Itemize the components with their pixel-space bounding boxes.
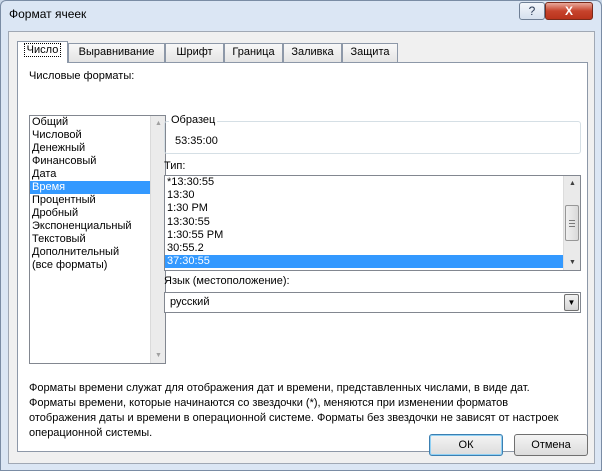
list-item[interactable]: Процентный: [30, 194, 165, 207]
list-item[interactable]: (все форматы): [30, 259, 165, 272]
tab-panel-number: Числовые форматы: Общий Числовой Денежны…: [17, 62, 588, 452]
list-item[interactable]: Текстовый: [30, 233, 165, 246]
tab-label: Заливка: [291, 46, 334, 58]
list-item[interactable]: *13:30:55: [165, 176, 580, 189]
list-item[interactable]: 13:30: [165, 189, 580, 202]
format-description: Форматы времени служат для отображения д…: [29, 382, 559, 439]
tab-number[interactable]: Число: [17, 41, 68, 63]
tab-label: Шрифт: [176, 46, 213, 58]
list-item[interactable]: Экспоненциальный: [30, 220, 165, 233]
title-bar[interactable]: Формат ячеек ? X: [1, 1, 601, 27]
sample-group: Образец 53:35:00: [164, 114, 581, 154]
tab-border[interactable]: Граница: [224, 43, 283, 62]
sample-label: Образец: [169, 114, 218, 126]
list-item[interactable]: Общий: [30, 116, 165, 129]
format-category-list[interactable]: Общий Числовой Денежный Финансовый Дата …: [29, 115, 166, 364]
dialog-body: Число Выравнивание Шрифт Граница Заливка…: [8, 31, 595, 464]
scroll-down-icon[interactable]: ▼: [151, 348, 165, 363]
tab-label: Выравнивание: [78, 46, 155, 58]
type-list[interactable]: *13:30:55 13:30 1:30 PM 13:30:55 1:30:55…: [164, 175, 581, 271]
locale-value: русский: [170, 296, 210, 308]
tab-fill[interactable]: Заливка: [283, 43, 342, 62]
locale-label: Язык (местоположение):: [164, 275, 290, 287]
tab-font[interactable]: Шрифт: [165, 43, 224, 62]
close-icon: X: [564, 4, 573, 18]
list-item[interactable]: 13:30:55: [165, 216, 580, 229]
list-item[interactable]: 1:30 PM: [165, 202, 580, 215]
help-button[interactable]: ?: [519, 2, 545, 20]
list-item-selected[interactable]: 37:30:55: [165, 255, 563, 269]
tab-label: Защита: [350, 46, 390, 58]
chevron-down-icon[interactable]: ▼: [564, 294, 579, 311]
help-icon: ?: [528, 4, 536, 18]
format-cells-dialog: Формат ячеек ? X Число Выравнивание Шриф…: [0, 0, 602, 471]
category-scrollbar[interactable]: ▲ ▼: [150, 116, 165, 363]
list-item-selected[interactable]: Время: [30, 181, 165, 194]
list-item[interactable]: Дополнительный: [30, 246, 165, 259]
list-item[interactable]: Числовой: [30, 129, 165, 142]
list-item[interactable]: Дата: [30, 168, 165, 181]
scroll-up-icon[interactable]: ▲: [564, 176, 580, 191]
tab-protection[interactable]: Защита: [342, 43, 398, 62]
type-label: Тип:: [164, 160, 186, 172]
list-item[interactable]: 30:55.2: [165, 242, 580, 255]
type-scrollbar[interactable]: ▲ ▼: [563, 176, 580, 270]
tab-label: Граница: [232, 46, 275, 58]
ok-button[interactable]: ОК: [429, 434, 503, 456]
tab-label: Число: [23, 43, 62, 57]
sample-value: 53:35:00: [175, 135, 218, 147]
tab-alignment[interactable]: Выравнивание: [68, 43, 165, 62]
list-item[interactable]: 1:30:55 PM: [165, 229, 580, 242]
dialog-title: Формат ячеек: [9, 7, 87, 21]
scroll-down-icon[interactable]: ▼: [564, 255, 580, 270]
list-item[interactable]: Денежный: [30, 142, 165, 155]
formats-label: Числовые форматы:: [29, 70, 135, 82]
close-button[interactable]: X: [545, 2, 593, 20]
scrollbar-thumb[interactable]: [565, 205, 579, 241]
cancel-button[interactable]: Отмена: [514, 434, 588, 456]
locale-select[interactable]: русский ▼: [164, 292, 581, 313]
list-item[interactable]: Финансовый: [30, 155, 165, 168]
list-item[interactable]: Дробный: [30, 207, 165, 220]
